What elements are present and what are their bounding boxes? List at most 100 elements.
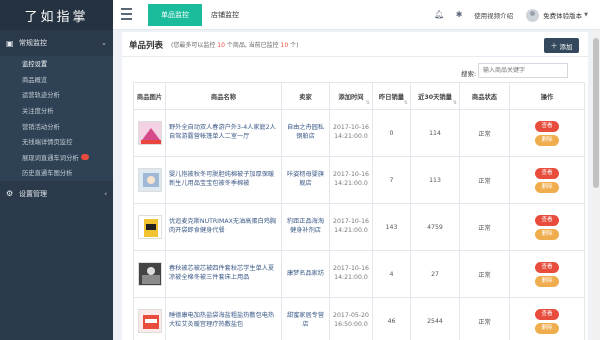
gear-icon: ⚙ [6, 189, 14, 199]
product-name[interactable]: 春秋被芯被芯被四件套秋芯学生单人夏凉被全棉冬被三件套床上用品 [165, 250, 282, 298]
product-thumbnail[interactable] [137, 215, 162, 239]
sort-icon: ⇅ [452, 100, 457, 106]
user-name[interactable]: 免费体验版本 [543, 10, 582, 20]
header-image: 商品图片 [133, 82, 166, 110]
seller-name[interactable]: 自由之舟园私钢舶店 [281, 109, 330, 157]
scrollbar-thumb[interactable] [593, 38, 599, 188]
page-title: 单品列表 [129, 41, 164, 51]
add-time: 2017-05-20 16:50:00.0 [329, 297, 373, 340]
product-thumbnail[interactable] [137, 168, 162, 192]
sidebar-item-attention[interactable]: 关注度分析 [0, 103, 113, 119]
hot-badge-icon [80, 154, 89, 161]
product-thumbnail[interactable] [137, 121, 162, 145]
sidebar-item-keyword-analysis[interactable]: 展现词直通车词分析 [0, 150, 113, 166]
header-status: 商品状态 [459, 82, 510, 110]
plus-icon: ＋ [550, 41, 558, 50]
divider [122, 56, 588, 57]
sort-icon: ⇅ [403, 100, 408, 106]
sidebar-item-operation-track[interactable]: 运营轨迹分析 [0, 87, 113, 103]
header-actions: 操作 [509, 82, 585, 110]
search-label: 搜索: [461, 70, 477, 78]
tab-single-product[interactable]: 单品监控 [148, 4, 202, 26]
sidebar-item-mobile-detail[interactable]: 无线端详情页监控 [0, 134, 113, 150]
nav-group-label: 常规监控 [19, 39, 47, 47]
yesterday-sales: 4 [372, 250, 411, 298]
sidebar-item-history[interactable]: 历史直通车图分析 [0, 165, 113, 181]
sidebar: 了如指掌 ▣ 常规监控 ⌄ 监控设置 商品概览 运营轨迹分析 关注度分析 营销活… [0, 0, 113, 340]
view-button[interactable]: 查看 [535, 214, 559, 226]
search-input[interactable] [478, 63, 568, 78]
sidebar-item-marketing[interactable]: 营销活动分析 [0, 118, 113, 134]
top-bar: 单品监控 店铺监控 🔔︎ ✱ 使用视频介绍 免费体验版本 ▼ [113, 0, 600, 30]
delete-button[interactable]: 删除 [535, 181, 559, 193]
header-yesterday-sales[interactable]: 昨日销量 ⇅ [372, 82, 411, 110]
menu-toggle-icon[interactable] [121, 8, 132, 20]
month-sales: 27 [410, 250, 460, 298]
product-status: 正常 [459, 156, 510, 204]
help-video-link[interactable]: 使用视频介绍 [474, 10, 513, 20]
product-thumbnail[interactable] [137, 309, 162, 333]
product-list-panel: 单品列表 (您最多可以监控 10 个商品, 当前已监控 10 个) ＋添加 搜索… [122, 32, 588, 340]
product-name[interactable]: 野外全自动双人春游户外3-4人家庭2人自驾游露营帐篷单人二室一厅 [165, 109, 282, 157]
table-row: 春秋被芯被芯被四件套秋芯学生单人夏凉被全棉冬被三件套床上用品 康梦名品家纺 20… [133, 250, 585, 298]
month-sales: 2544 [410, 297, 460, 340]
bug-icon[interactable]: ✱ [454, 10, 464, 20]
seller-name[interactable]: 咔姿籾母婴旗舰店 [281, 156, 330, 204]
sidebar-item-product-overview[interactable]: 商品概览 [0, 72, 113, 88]
view-button[interactable]: 查看 [535, 308, 559, 320]
product-status: 正常 [459, 297, 510, 340]
add-time: 2017-10-16 14:21:00.0 [329, 109, 373, 157]
product-name[interactable]: 婴儿抱被秋冬可脱胆纯棉被子加厚保暖新生儿用品宝宝包被冬季棉被 [165, 156, 282, 204]
view-button[interactable]: 查看 [535, 261, 559, 273]
tab-shop[interactable]: 店铺监控 [205, 4, 245, 26]
table-header: 商品图片 商品名称 卖家 添加时间 ⇅ 昨日销量 ⇅ 近30天销量 ⇅ 商品状态 操作 [133, 82, 585, 110]
monitor-icon: ▣ [6, 38, 14, 48]
table-row: 睡德康电加热盐袋海盐粗盐热敷包电热大粒艾灸暖宫理疗热敷盐包 甜蜜家居专营店 20… [133, 297, 585, 340]
nav-group-label: 设置管理 [19, 189, 47, 198]
caret-down-icon[interactable]: ▼ [584, 12, 588, 18]
delete-button[interactable]: 删除 [535, 134, 559, 146]
sort-icon: ⇅ [365, 100, 370, 106]
bell-icon[interactable]: 🔔︎ [434, 10, 444, 20]
product-status: 正常 [459, 203, 510, 251]
sidebar-item-label: 展现词直通车词分析 [22, 154, 79, 162]
yesterday-sales: 0 [372, 109, 411, 157]
vertical-scrollbar[interactable] [592, 30, 600, 340]
yesterday-sales: 143 [372, 203, 411, 251]
add-product-button[interactable]: ＋添加 [544, 38, 579, 53]
table-row: 优追麦克斯NUTRIMAX无油高蛋白鸡胸肉开袋即食健身代餐 豹距正品海淘健身补剂… [133, 203, 585, 251]
view-button[interactable]: 查看 [535, 167, 559, 179]
chevron-left-icon: ‹ [104, 189, 107, 198]
avatar[interactable] [526, 8, 540, 22]
product-name[interactable]: 睡德康电加热盐袋海盐粗盐热敷包电热大粒艾灸暖宫理疗热敷盐包 [165, 297, 282, 340]
add-time: 2017-10-16 14:21:00.0 [329, 203, 373, 251]
product-name[interactable]: 优追麦克斯NUTRIMAX无油高蛋白鸡胸肉开袋即食健身代餐 [165, 203, 282, 251]
nav-submenu: 监控设置 商品概览 运营轨迹分析 关注度分析 营销活动分析 无线端详情页监控 展… [0, 56, 113, 181]
table-row: 野外全自动双人春游户外3-4人家庭2人自驾游露营帐篷单人二室一厅 自由之舟园私钢… [133, 109, 585, 157]
nav-group-settings[interactable]: ⚙ 设置管理 ‹ [0, 181, 113, 207]
brand-logo: 了如指掌 [0, 0, 113, 30]
add-time: 2017-10-16 14:21:00.0 [329, 250, 373, 298]
header-add-time[interactable]: 添加时间 ⇅ [329, 82, 373, 110]
sidebar-item-monitor-settings[interactable]: 监控设置 [0, 56, 113, 72]
product-status: 正常 [459, 109, 510, 157]
seller-name[interactable]: 康梦名品家纺 [281, 250, 330, 298]
product-table: 商品图片 商品名称 卖家 添加时间 ⇅ 昨日销量 ⇅ 近30天销量 ⇅ 商品状态 操作… [133, 82, 585, 340]
header-seller: 卖家 [281, 82, 330, 110]
seller-name[interactable]: 豹距正品海淘健身补剂店 [281, 203, 330, 251]
product-status: 正常 [459, 250, 510, 298]
header-30day-sales[interactable]: 近30天销量 ⇅ [410, 82, 460, 110]
monitor-quota: (您最多可以监控 10 个商品, 当前已监控 10 个) [171, 42, 299, 49]
delete-button[interactable]: 删除 [535, 275, 559, 287]
seller-name[interactable]: 甜蜜家居专营店 [281, 297, 330, 340]
chevron-down-icon: ⌄ [101, 39, 107, 47]
product-thumbnail[interactable] [137, 262, 162, 286]
nav-group-monitoring[interactable]: ▣ 常规监控 ⌄ [0, 30, 113, 56]
view-button[interactable]: 查看 [535, 120, 559, 132]
yesterday-sales: 46 [372, 297, 411, 340]
yesterday-sales: 7 [372, 156, 411, 204]
delete-button[interactable]: 删除 [535, 228, 559, 240]
month-sales: 4759 [410, 203, 460, 251]
month-sales: 113 [410, 156, 460, 204]
delete-button[interactable]: 删除 [535, 322, 559, 334]
